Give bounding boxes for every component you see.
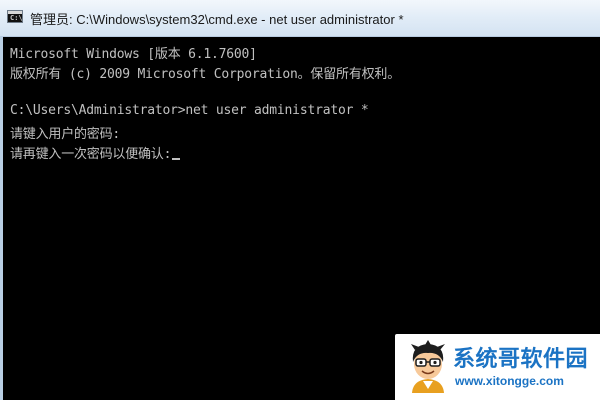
text-cursor — [172, 158, 181, 160]
console-line: 版权所有 (c) 2009 Microsoft Corporation。保留所有… — [10, 67, 401, 82]
watermark-url: www.xitongge.com — [455, 374, 564, 388]
cmd-icon-label: C:\ — [10, 14, 23, 22]
cmd-window: C:\ 管理员: C:\Windows\system32\cmd.exe - n… — [0, 0, 600, 400]
cmd-icon[interactable]: C:\ — [7, 10, 23, 23]
console-line: 请再键入一次密码以便确认: — [10, 143, 181, 162]
cartoon-mascot-icon — [411, 340, 445, 393]
console-line: C:\Users\Administrator>net user administ… — [10, 103, 369, 118]
watermark-title: 系统哥软件园 — [453, 347, 589, 372]
watermark-logo: 系统哥软件园 www.xitongge.com — [395, 334, 600, 400]
console-line: 请键入用户的密码: — [10, 127, 121, 142]
console-line: Microsoft Windows [版本 6.1.7600] — [10, 47, 257, 62]
title-bar[interactable]: C:\ 管理员: C:\Windows\system32\cmd.exe - n… — [0, 0, 600, 37]
window-title: 管理员: C:\Windows\system32\cmd.exe - net u… — [30, 12, 404, 27]
console-line-text: 请再键入一次密码以便确认: — [10, 147, 172, 162]
